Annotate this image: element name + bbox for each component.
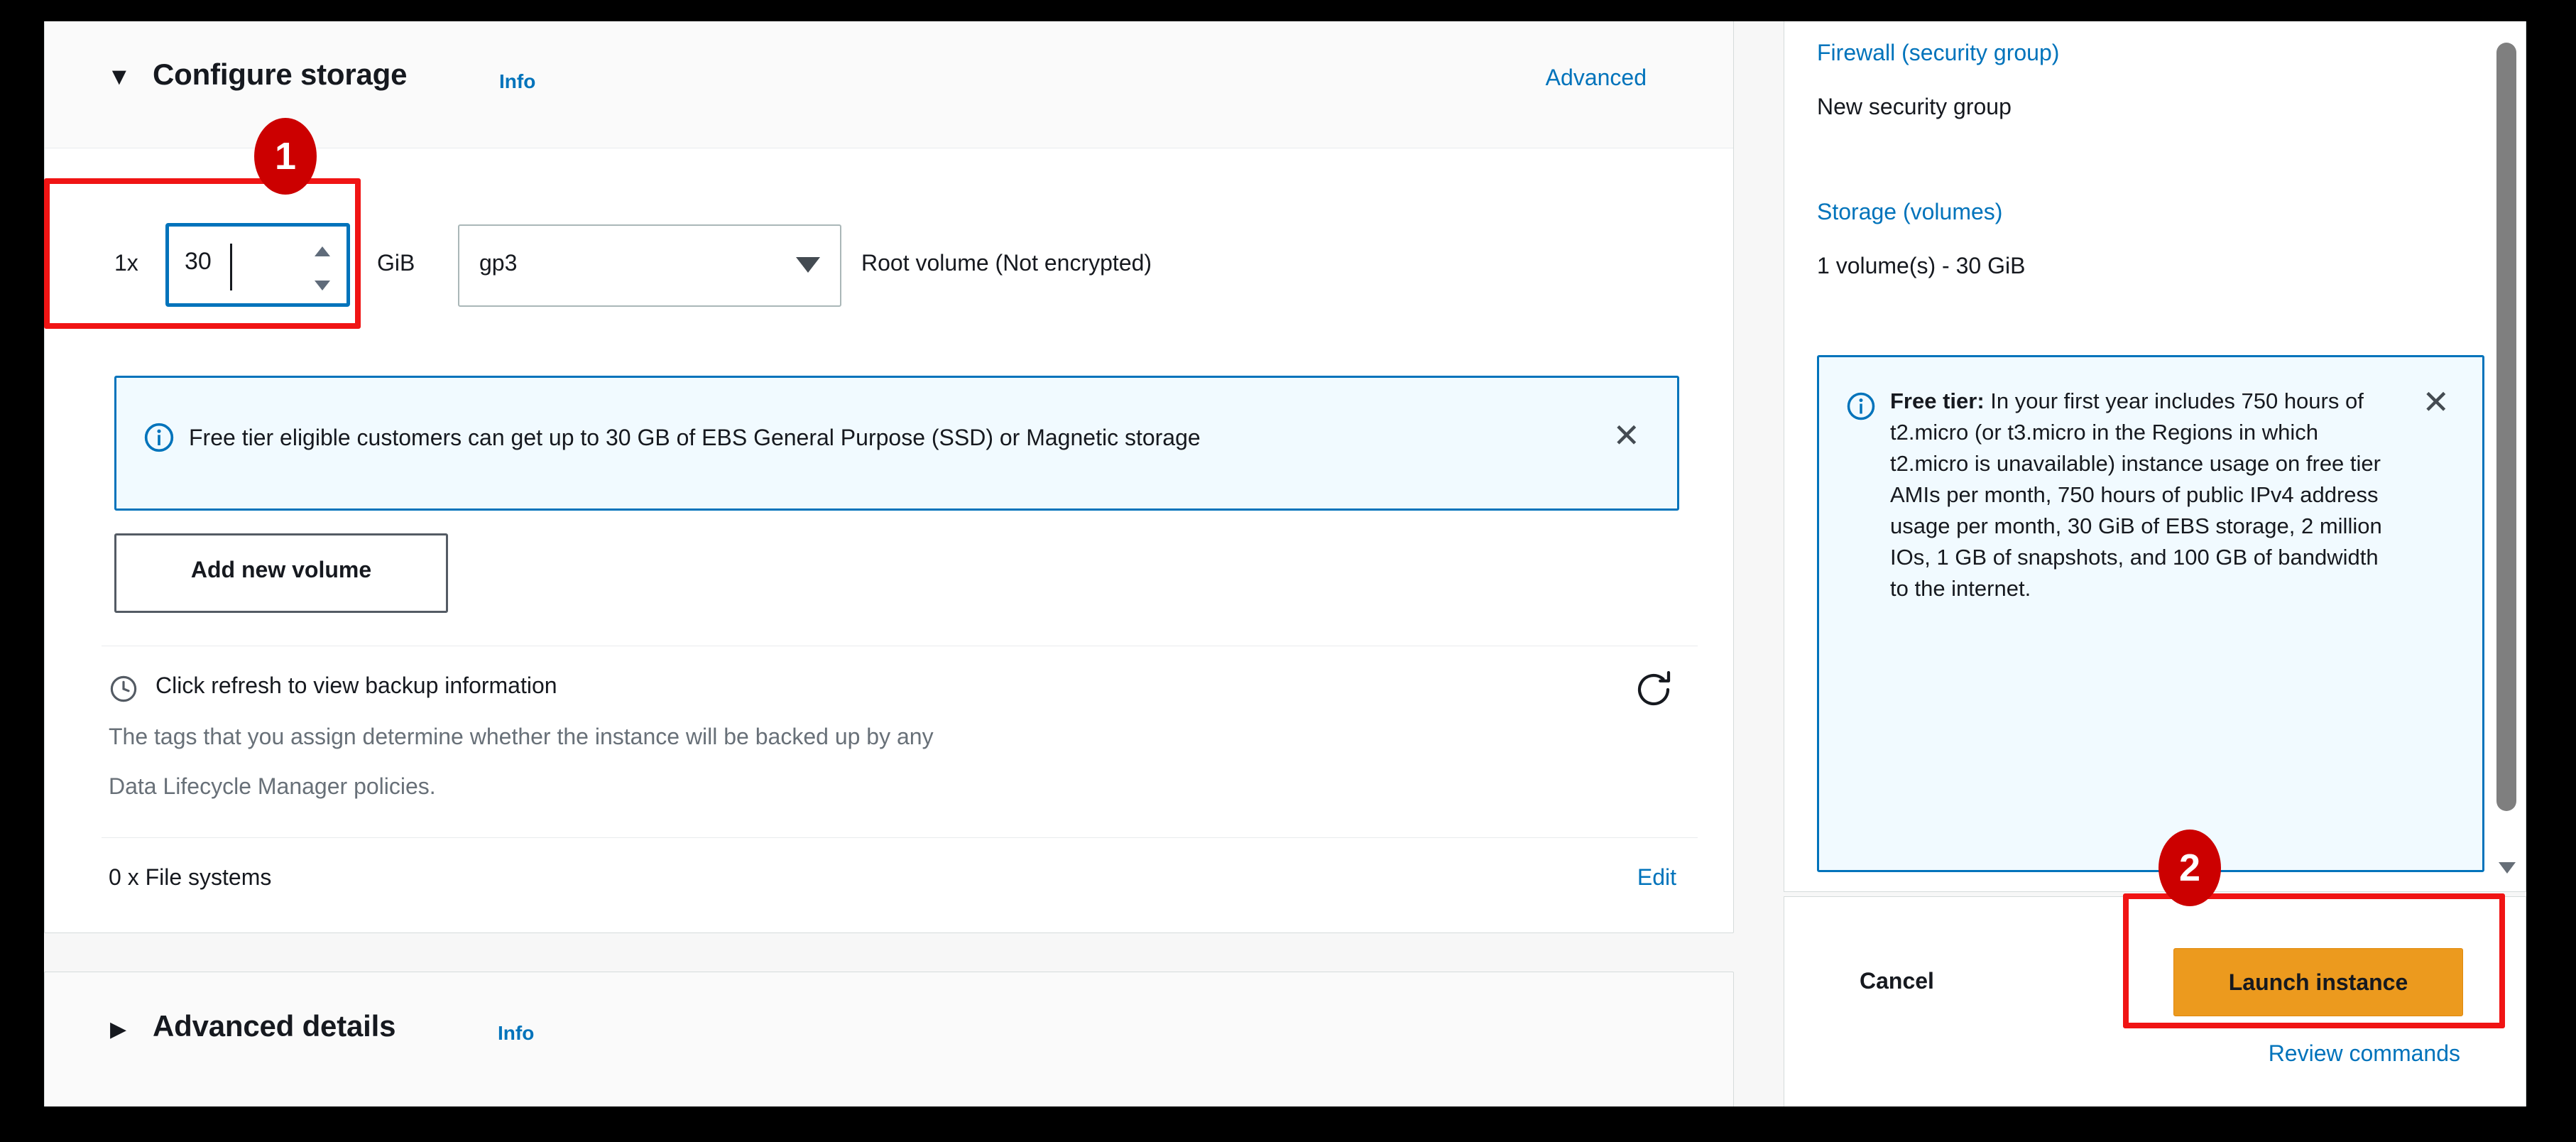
launch-instance-button[interactable]: Launch instance xyxy=(2173,948,2463,1016)
cancel-button[interactable]: Cancel xyxy=(1860,968,1934,994)
launch-instance-page: ▼ Configure storage Info Advanced 1x 30 … xyxy=(44,21,2526,1106)
free-tier-summary-alert: ✕ Free tier: In your first year includes… xyxy=(1817,355,2484,872)
configure-storage-header: ▼ Configure storage Info Advanced xyxy=(45,21,1733,148)
vertical-scrollbar[interactable] xyxy=(2493,21,2520,891)
close-icon[interactable]: ✕ xyxy=(2422,386,2450,418)
storage-volumes-link[interactable]: Storage (volumes) xyxy=(1817,199,2002,225)
advanced-details-title: Advanced details xyxy=(153,1009,396,1043)
backup-description-line2: Data Lifecycle Manager policies. xyxy=(109,773,436,799)
page-title: Configure storage xyxy=(153,58,408,91)
free-tier-storage-alert: Free tier eligible customers can get up … xyxy=(114,376,1679,511)
text-cursor xyxy=(230,244,232,290)
actions-panel: Cancel Launch instance Review commands xyxy=(1784,896,2526,1106)
chevron-right-icon[interactable]: ▶ xyxy=(110,1019,126,1040)
volume-size-stepper[interactable] xyxy=(311,244,335,293)
scrollbar-thumb[interactable] xyxy=(2496,43,2516,811)
add-new-volume-label: Add new volume xyxy=(190,557,372,582)
storage-info-link[interactable]: Info xyxy=(499,70,535,93)
refresh-icon[interactable] xyxy=(1632,668,1675,711)
summary-column: Firewall (security group) New security g… xyxy=(1784,21,2526,1106)
chevron-down-icon[interactable] xyxy=(796,257,820,273)
volume-config-row: 1x GiB gp3 Root volume ( xyxy=(45,200,1735,349)
screenshot-root: ▼ Configure storage Info Advanced 1x 30 … xyxy=(0,0,2576,1142)
advanced-details-card[interactable]: ▶ Advanced details Info xyxy=(44,972,1734,1106)
review-commands-link[interactable]: Review commands xyxy=(2269,1040,2460,1067)
file-systems-edit-link[interactable]: Edit xyxy=(1637,864,1676,891)
stepper-down-icon[interactable] xyxy=(315,281,330,290)
clock-icon xyxy=(110,675,137,702)
backup-description-line1: The tags that you assign determine wheth… xyxy=(109,724,934,749)
alert-message: Free tier eligible customers can get up … xyxy=(189,425,1201,450)
firewall-link[interactable]: Firewall (security group) xyxy=(1817,40,2059,66)
info-circle-icon xyxy=(144,423,174,452)
volume-size-input-wrapper[interactable] xyxy=(165,223,350,307)
storage-volumes-value: 1 volume(s) - 30 GiB xyxy=(1817,253,2026,278)
info-circle-icon xyxy=(1847,392,1875,420)
add-new-volume-button[interactable]: Add new volume xyxy=(114,533,448,613)
advanced-toggle-link[interactable]: Advanced xyxy=(1546,65,1647,91)
advanced-details-info-link[interactable]: Info xyxy=(498,1022,534,1045)
summary-panel: Firewall (security group) New security g… xyxy=(1784,21,2526,892)
scroll-down-arrow-icon[interactable] xyxy=(2499,862,2516,874)
root-volume-description: Root volume (Not encrypted) xyxy=(861,250,1152,276)
stepper-up-icon[interactable] xyxy=(315,246,330,256)
volume-size-unit-label: GiB xyxy=(377,250,415,276)
chevron-down-icon[interactable]: ▼ xyxy=(107,65,131,89)
firewall-value: New security group xyxy=(1817,94,2012,119)
file-systems-label: 0 x File systems xyxy=(109,864,272,890)
close-icon[interactable]: ✕ xyxy=(1612,419,1640,452)
free-tier-summary-text: Free tier: In your first year includes 7… xyxy=(1890,386,2387,604)
backup-title: Click refresh to view backup information xyxy=(155,673,557,698)
volume-type-value: gp3 xyxy=(479,250,518,276)
volume-multiplier-label: 1x xyxy=(114,250,138,276)
volume-size-input[interactable] xyxy=(185,248,291,276)
divider xyxy=(102,837,1698,838)
free-tier-body-text: In your first year includes 750 hours of… xyxy=(1890,388,2382,602)
free-tier-bold-prefix: Free tier: xyxy=(1890,388,1985,413)
left-column: ▼ Configure storage Info Advanced 1x 30 … xyxy=(44,21,1734,1106)
configure-storage-card: ▼ Configure storage Info Advanced 1x 30 … xyxy=(44,21,1734,933)
file-systems-row: 0 x File systems Edit xyxy=(45,859,1735,923)
volume-type-select[interactable]: gp3 xyxy=(458,224,841,307)
